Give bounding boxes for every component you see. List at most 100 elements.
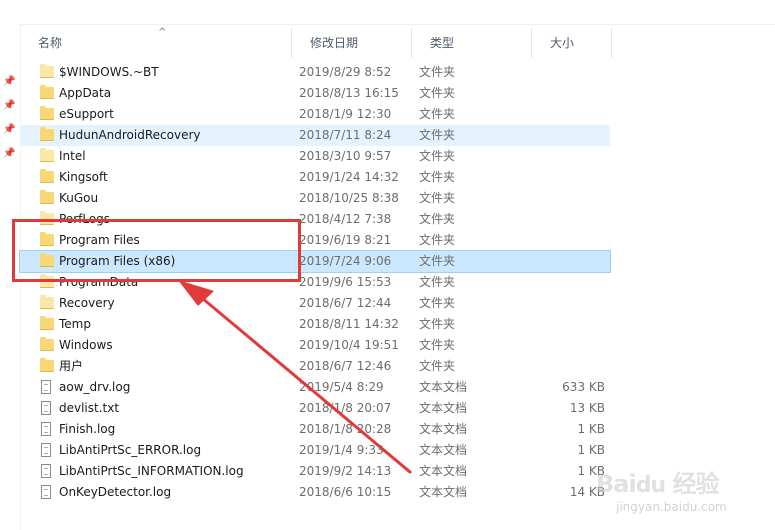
folder-icon <box>40 190 54 204</box>
text-file-icon <box>41 443 51 457</box>
watermark-url: jingyan.baidu.com <box>616 500 727 514</box>
file-row[interactable]: HudunAndroidRecovery 2018/7/11 8:24 文件夹 <box>20 125 610 146</box>
file-row[interactable]: LibAntiPrtSc_INFORMATION.log 2019/9/2 14:… <box>20 461 610 482</box>
file-modified-date: 2019/6/19 8:21 <box>299 233 392 247</box>
file-type: 文件夹 <box>419 338 456 352</box>
navigation-pane[interactable]: 📌 📌 📌 📌 <box>0 24 21 530</box>
file-row[interactable]: Intel 2018/3/10 9:57 文件夹 <box>20 146 610 167</box>
file-row[interactable]: Program Files (x86) 2019/7/24 9:06 文件夹 <box>19 250 611 273</box>
folder-icon <box>40 148 54 162</box>
file-row[interactable]: PerfLogs 2018/4/12 7:38 文件夹 <box>20 209 610 230</box>
file-name: LibAntiPrtSc_ERROR.log <box>59 443 202 457</box>
file-type: 文本文档 <box>419 485 468 499</box>
file-modified-date: 2019/5/4 8:29 <box>299 380 384 394</box>
pin-icon[interactable]: 📌 <box>3 100 15 112</box>
folder-icon <box>40 169 54 183</box>
folder-icon <box>40 358 54 372</box>
file-name: Program Files (x86) <box>59 254 176 268</box>
pin-icon[interactable]: 📌 <box>3 148 15 160</box>
text-file-icon <box>41 464 51 478</box>
file-name: ProgramData <box>59 275 139 289</box>
file-name: KuGou <box>59 191 99 205</box>
folder-icon <box>40 211 54 225</box>
file-type: 文件夹 <box>419 86 456 100</box>
file-name: Program Files <box>59 233 140 247</box>
file-type: 文件夹 <box>419 254 456 268</box>
column-header-name[interactable]: 名称 <box>20 28 292 58</box>
pin-icon[interactable]: 📌 <box>3 124 15 136</box>
file-row[interactable]: $WINDOWS.~BT 2019/8/29 8:52 文件夹 <box>20 62 610 83</box>
text-file-icon <box>41 485 51 499</box>
pin-icon[interactable]: 📌 <box>3 76 15 88</box>
file-row[interactable]: Recovery 2018/6/7 12:44 文件夹 <box>20 293 610 314</box>
column-header-size[interactable]: 大小 <box>532 28 612 58</box>
file-modified-date: 2018/1/9 12:30 <box>299 107 392 121</box>
file-row[interactable]: Temp 2018/8/11 14:32 文件夹 <box>20 314 610 335</box>
file-type: 文本文档 <box>419 401 468 415</box>
file-modified-date: 2018/6/7 12:44 <box>299 296 392 310</box>
file-name: OnKeyDetector.log <box>59 485 172 499</box>
column-header-type[interactable]: 类型 <box>412 28 532 58</box>
folder-icon <box>40 127 54 141</box>
file-row[interactable]: LibAntiPrtSc_ERROR.log 2019/1/4 9:33 文本文档 1… <box>20 440 610 461</box>
file-row[interactable]: ProgramData 2019/9/6 15:53 文件夹 <box>20 272 610 293</box>
column-header-date[interactable]: 修改日期 <box>292 28 412 58</box>
file-type: 文本文档 <box>419 443 468 457</box>
file-type: 文件夹 <box>419 233 456 247</box>
file-row[interactable]: AppData 2018/8/13 16:15 文件夹 <box>20 83 610 104</box>
file-modified-date: 2019/7/24 9:06 <box>299 254 392 268</box>
file-type: 文件夹 <box>419 212 456 226</box>
file-size: 13 KB <box>569 401 605 415</box>
file-type: 文本文档 <box>419 422 468 436</box>
folder-icon <box>40 274 54 288</box>
file-row[interactable]: eSupport 2018/1/9 12:30 文件夹 <box>20 104 610 125</box>
file-type: 文件夹 <box>419 107 456 121</box>
file-type: 文本文档 <box>419 380 468 394</box>
file-modified-date: 2018/4/12 7:38 <box>299 212 392 226</box>
file-name: HudunAndroidRecovery <box>59 128 201 142</box>
file-modified-date: 2018/1/8 20:28 <box>299 422 392 436</box>
file-type: 文件夹 <box>419 128 456 142</box>
file-modified-date: 2019/1/4 9:33 <box>299 443 384 457</box>
file-size: 1 KB <box>577 422 605 436</box>
file-row[interactable]: Windows 2019/10/4 19:51 文件夹 <box>20 335 610 356</box>
file-row[interactable]: 用户 2018/6/7 12:46 文件夹 <box>20 356 610 377</box>
file-row[interactable]: KuGou 2018/10/25 8:38 文件夹 <box>20 188 610 209</box>
toolbar-strip <box>0 0 775 25</box>
file-modified-date: 2018/7/11 8:24 <box>299 128 392 142</box>
text-file-icon <box>41 401 51 415</box>
text-file-icon <box>41 380 51 394</box>
file-name: eSupport <box>59 107 114 121</box>
file-name: Recovery <box>59 296 115 310</box>
file-type: 文件夹 <box>419 170 456 184</box>
file-modified-date: 2018/8/13 16:15 <box>299 86 399 100</box>
file-row[interactable]: OnKeyDetector.log 2018/6/6 10:15 文本文档 14 KB <box>20 482 610 503</box>
watermark: Baidu 经验 jingyan.baidu.com <box>596 464 766 524</box>
file-type: 文件夹 <box>419 359 456 373</box>
file-name: aow_drv.log <box>59 380 131 394</box>
file-row[interactable]: Program Files 2019/6/19 8:21 文件夹 <box>20 230 610 251</box>
column-header: ^ 名称 修改日期 类型 大小 <box>20 28 620 58</box>
file-row[interactable]: devlist.txt 2018/1/8 20:07 文本文档 13 KB <box>20 398 610 419</box>
text-file-icon <box>41 422 51 436</box>
file-row[interactable]: Kingsoft 2019/1/24 14:32 文件夹 <box>20 167 610 188</box>
file-name: Windows <box>59 338 113 352</box>
file-modified-date: 2018/6/6 10:15 <box>299 485 392 499</box>
file-size: 1 KB <box>577 443 605 457</box>
folder-icon <box>40 253 54 267</box>
file-type: 文件夹 <box>419 65 456 79</box>
file-row[interactable]: aow_drv.log 2019/5/4 8:29 文本文档 633 KB <box>20 377 610 398</box>
file-modified-date: 2019/1/24 14:32 <box>299 170 399 184</box>
file-modified-date: 2018/1/8 20:07 <box>299 401 392 415</box>
file-row[interactable]: Finish.log 2018/1/8 20:28 文本文档 1 KB <box>20 419 610 440</box>
file-type: 文本文档 <box>419 464 468 478</box>
file-name: LibAntiPrtSc_INFORMATION.log <box>59 464 244 478</box>
file-modified-date: 2018/10/25 8:38 <box>299 191 399 205</box>
file-type: 文件夹 <box>419 191 456 205</box>
baidu-logo-icon: Baidu 经验 <box>596 470 719 498</box>
file-name: devlist.txt <box>59 401 120 415</box>
file-type: 文件夹 <box>419 317 456 331</box>
file-modified-date: 2019/10/4 19:51 <box>299 338 399 352</box>
file-modified-date: 2019/8/29 8:52 <box>299 65 392 79</box>
folder-icon <box>40 106 54 120</box>
